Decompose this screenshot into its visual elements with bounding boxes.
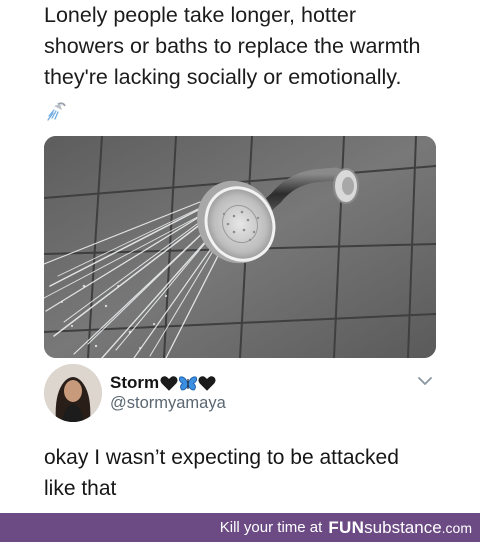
shower-head-photo [44, 136, 436, 358]
chevron-down-icon[interactable] [416, 372, 434, 390]
handle[interactable]: @stormyamaya [110, 394, 226, 413]
tweet-line: okay I wasn’t expecting to be attacked [44, 446, 399, 469]
tweet-line: like that [44, 477, 117, 500]
footer-brand[interactable]: FUNsubstance.com [328, 518, 472, 538]
brand-tld: .com [441, 519, 472, 536]
black-heart-emoji-icon [198, 375, 216, 391]
quote-line: Lonely people take longer, hotter [44, 3, 356, 27]
display-name[interactable]: Storm [110, 373, 159, 393]
tweet-header: Storm @stormyamaya [44, 364, 436, 424]
shower-head-image [44, 136, 436, 358]
watermark-footer: Kill your time at FUNsubstance.com [0, 513, 480, 542]
footer-tagline: Kill your time at [219, 519, 323, 536]
shower-emoji-icon [47, 102, 66, 121]
avatar-image [44, 364, 102, 422]
brand-substance: substance [364, 517, 442, 537]
blue-butterfly-emoji-icon [179, 375, 198, 390]
avatar[interactable] [44, 364, 102, 422]
brand-fun: FUN [328, 517, 365, 537]
quote-line: showers or baths to replace the warmth [44, 34, 421, 58]
quote-text: Lonely people take longer, hotter shower… [44, 0, 464, 93]
tweet-text: okay I wasn’t expecting to be attacked l… [44, 442, 444, 504]
quote-line: they're lacking socially or emotionally. [44, 65, 402, 89]
black-heart-emoji-icon [160, 375, 178, 391]
display-name-row: Storm [110, 372, 216, 394]
